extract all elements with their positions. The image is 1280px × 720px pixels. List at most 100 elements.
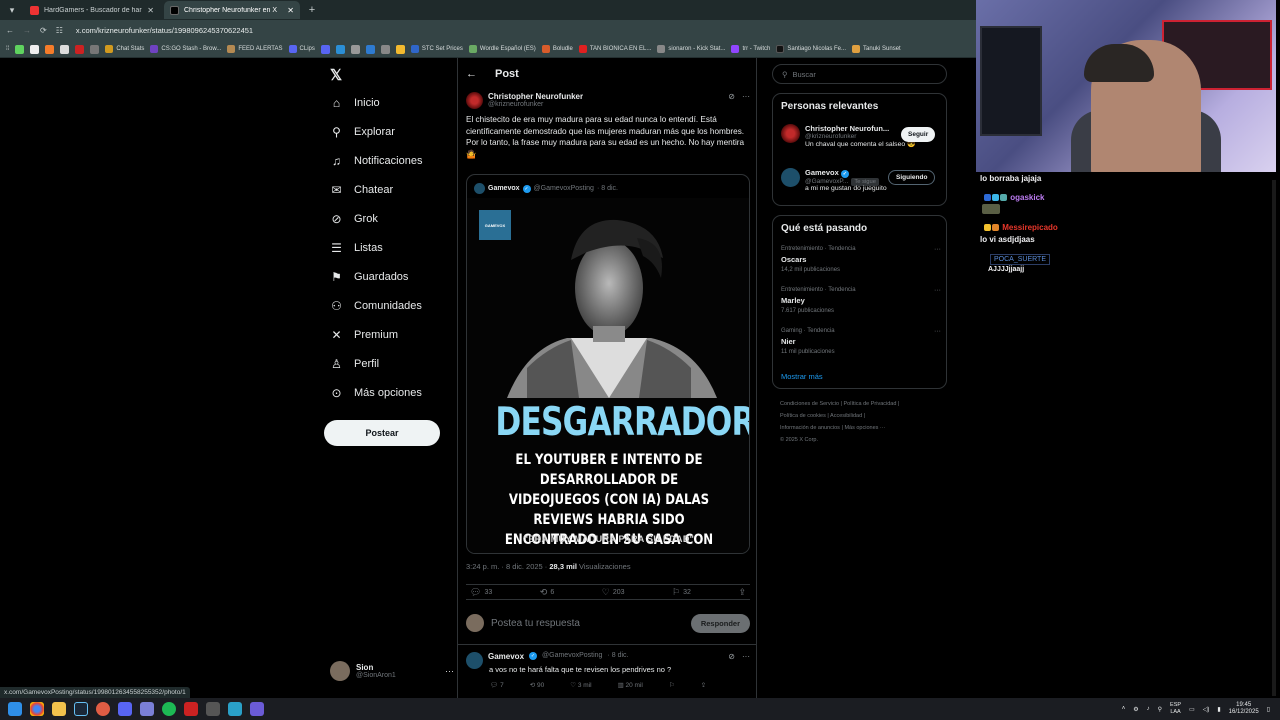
chevron-up-icon[interactable]: ˄ <box>1122 706 1126 712</box>
chat-username[interactable]: Messirepicado <box>1002 223 1058 232</box>
nav-item-mas-opciones[interactable]: ⊙ Más opciones <box>330 386 421 400</box>
author-handle[interactable]: @krizneurofunker <box>488 101 583 108</box>
bookmark-tanuki[interactable]: Tanuki Sunset <box>852 45 901 53</box>
bookmark-icon[interactable] <box>365 44 375 54</box>
app-icon[interactable] <box>184 702 198 716</box>
forward-icon[interactable]: → <box>23 26 31 35</box>
grok-icon[interactable]: ⊘ <box>728 92 735 101</box>
bookmark-icon[interactable] <box>90 44 100 54</box>
more-icon[interactable]: ··· <box>934 246 941 253</box>
reload-icon[interactable]: ⟳ <box>40 26 47 35</box>
footer-link[interactable]: Política de cookies <box>780 413 826 419</box>
bookmark-sionaron-kick[interactable]: sionaron - Kick Stat... <box>657 45 725 53</box>
more-icon[interactable]: ··· <box>445 666 454 676</box>
bookmark-csgo-stash[interactable]: CS:GO Stash - Brow... <box>150 45 221 53</box>
nav-item-notificaciones[interactable]: ♫ Notificaciones <box>330 154 422 168</box>
nav-item-inicio[interactable]: ⌂ Inicio <box>330 96 380 110</box>
bookmark-icon[interactable] <box>320 44 330 54</box>
x-logo-icon[interactable]: 𝕏 <box>330 66 342 84</box>
bookmark-button[interactable]: ⚐ 32 <box>672 587 691 598</box>
back-icon[interactable]: ← <box>6 26 14 35</box>
more-icon[interactable]: ··· <box>742 92 750 101</box>
trend-item[interactable]: Entretenimiento · Tendencia Marley 7.617… <box>781 287 941 314</box>
grok-icon[interactable]: ⊘ <box>728 652 735 661</box>
display-icon[interactable]: ▭ <box>1189 706 1195 713</box>
bookmark-icon[interactable] <box>30 44 40 54</box>
avatar[interactable] <box>466 92 483 109</box>
search-input[interactable]: ⚲ Buscar <box>772 64 947 84</box>
bookmark-icon[interactable] <box>395 44 405 54</box>
app-icon[interactable] <box>250 702 264 716</box>
file-explorer-icon[interactable] <box>52 702 66 716</box>
avatar[interactable] <box>466 652 483 669</box>
back-arrow-icon[interactable]: ← <box>466 68 477 80</box>
reply-input[interactable]: Postea tu respuesta <box>491 618 580 629</box>
bookmark-stc-set-prices[interactable]: STC Set Prices <box>410 45 463 53</box>
new-tab-icon[interactable]: + <box>304 2 320 18</box>
clock[interactable]: 19:45 16/12/2025 <box>1229 702 1259 716</box>
reply-author-handle[interactable]: @GamevoxPosting <box>542 652 602 659</box>
repost-button[interactable]: ⟲ 90 <box>530 681 545 689</box>
views-button[interactable]: ▥ 20 mil <box>618 681 643 689</box>
bookmark-icon[interactable] <box>75 44 85 54</box>
obs-icon[interactable] <box>96 702 110 716</box>
author-name[interactable]: Christopher Neurofunker <box>488 92 583 101</box>
bookmark-icon[interactable] <box>350 44 360 54</box>
chrome-icon[interactable] <box>30 702 44 716</box>
footer-link[interactable]: Información de anuncios <box>780 425 840 431</box>
volume-icon[interactable]: ◁) <box>1203 706 1210 713</box>
trend-item[interactable]: Entretenimiento · Tendencia Oscars 14,2 … <box>781 246 941 273</box>
follow-button[interactable]: Seguir <box>901 127 936 142</box>
battery-icon[interactable]: ▮ <box>1217 706 1220 713</box>
more-icon[interactable]: ··· <box>934 328 941 335</box>
share-icon[interactable]: ⇪ <box>701 681 706 689</box>
reply-button[interactable]: 💬︎ 33 <box>470 587 492 598</box>
notifications-icon[interactable]: ▯ <box>1267 706 1270 713</box>
following-button[interactable]: Siguiendo <box>888 170 936 185</box>
reply-tweet[interactable]: Gamevox ✓ @GamevoxPosting · 8 dic. ⊘ ···… <box>466 652 750 689</box>
bookmark-icon[interactable] <box>60 44 70 54</box>
nav-item-perfil[interactable]: ♙ Perfil <box>330 357 379 371</box>
nav-item-explorar[interactable]: ⚲ Explorar <box>330 125 395 139</box>
tab-hardgamers[interactable]: HardGamers - Buscador de har ✕ <box>24 1 160 19</box>
footer-link[interactable]: Condiciones de Servicio <box>780 401 839 407</box>
discord-icon[interactable] <box>118 702 132 716</box>
app-icon[interactable] <box>228 702 242 716</box>
tweet-timestamp[interactable]: 3:24 p. m. · 8 dic. 2025 · <box>466 562 547 571</box>
repost-button[interactable]: ⟲ 6 <box>540 587 554 598</box>
steam-tray-icon[interactable]: ⚙ <box>1133 706 1138 713</box>
nav-item-chatear[interactable]: ✉ Chatear <box>330 183 393 197</box>
usb-icon[interactable]: ⚲ <box>1158 706 1162 713</box>
bookmark-chat-stats[interactable]: Chat Stats <box>105 45 144 53</box>
bookmark-feed-alertas[interactable]: FEED ALERTAS <box>227 45 283 53</box>
bookmark-wordle[interactable]: Wordle Español (ES) <box>468 45 536 53</box>
reply-button[interactable]: 💬︎ 7 <box>490 681 504 689</box>
tab-search-icon[interactable]: ▾ <box>4 2 20 18</box>
bookmark-boludle[interactable]: Boludle <box>541 45 573 53</box>
quoted-tweet[interactable]: Gamevox ✓ @GamevoxPosting · 8 dic. GAMEV… <box>466 174 750 554</box>
app-icon[interactable] <box>206 702 220 716</box>
language-indicator[interactable]: ESP LAA <box>1170 702 1181 716</box>
chat-scrollbar[interactable] <box>1272 180 1276 696</box>
app-icon[interactable] <box>140 702 154 716</box>
account-switcher[interactable]: Sion @SionAron1 ··· <box>330 661 454 681</box>
nav-item-grok[interactable]: ⊘ Grok <box>330 212 377 226</box>
bookmark-twitch[interactable]: trr - Twitch <box>731 45 770 53</box>
like-button[interactable]: ♡ 3 mil <box>570 681 591 689</box>
reply-submit-button[interactable]: Responder <box>690 613 750 633</box>
spotify-icon[interactable] <box>162 702 176 716</box>
quote-image[interactable]: GAMEVOX DESGARRADOR EL YOUTUBER E INTENT… <box>467 198 749 553</box>
bookmark-icon[interactable] <box>380 44 390 54</box>
nav-item-listas[interactable]: ☰ Listas <box>330 241 383 255</box>
bookmark-tiktok[interactable]: Santiago Nicolas Fe... <box>776 45 846 53</box>
bookmark-tan-bionica[interactable]: TAN BIONICA EN EL... <box>578 45 651 53</box>
steam-icon[interactable] <box>74 702 88 716</box>
bookmark-icon[interactable] <box>335 44 345 54</box>
url-field[interactable]: x.com/krizneurofunker/status/19980962453… <box>76 26 253 35</box>
nav-item-comunidades[interactable]: ⚇ Comunidades <box>330 299 422 313</box>
microphone-icon[interactable]: ♪ <box>1147 706 1150 712</box>
share-button[interactable]: ⇪ <box>738 587 746 598</box>
footer-link[interactable]: Política de Privacidad <box>844 401 897 407</box>
bookmark-icon[interactable] <box>45 44 55 54</box>
reply-author-name[interactable]: Gamevox <box>488 652 524 661</box>
